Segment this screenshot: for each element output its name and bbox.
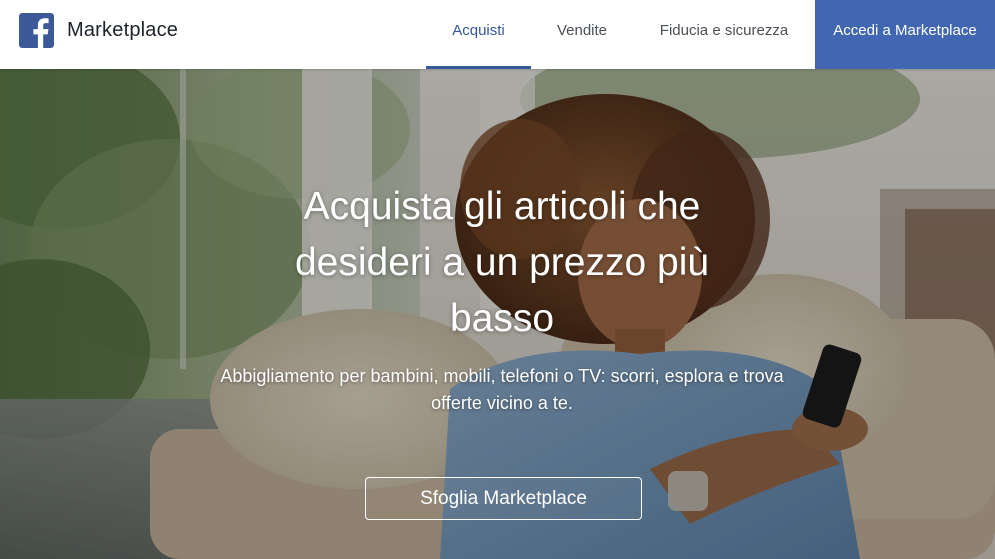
nav-tab-acquisti[interactable]: Acquisti xyxy=(426,0,531,69)
hero-section: Acquista gli articoli che desideri a un … xyxy=(0,69,995,559)
browse-marketplace-button[interactable]: Sfoglia Marketplace xyxy=(365,477,642,520)
hero-headline: Acquista gli articoli che desideri a un … xyxy=(294,185,710,340)
brand-name: Marketplace xyxy=(67,19,179,41)
login-to-marketplace-button[interactable]: Accedi a Marketplace xyxy=(815,0,995,69)
facebook-f-icon xyxy=(19,13,54,48)
top-navigation-bar: Marketplace Acquisti Vendite Fiducia e s… xyxy=(0,0,995,69)
nav-tab-fiducia-e-sicurezza[interactable]: Fiducia e sicurezza xyxy=(645,0,803,69)
hero-subtitle: Abbigliamento per bambini, mobili, telef… xyxy=(220,366,784,413)
nav-tab-vendite[interactable]: Vendite xyxy=(542,0,622,69)
marketplace-landing-page: Marketplace Acquisti Vendite Fiducia e s… xyxy=(0,0,995,559)
marketplace-home-link[interactable]: Marketplace xyxy=(19,13,178,48)
